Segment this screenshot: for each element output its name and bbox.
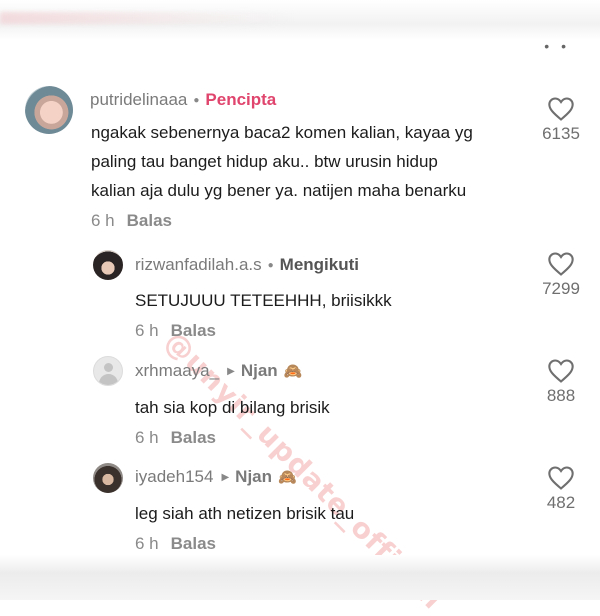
creator-badge: Pencipta xyxy=(205,90,277,109)
reply-to-username[interactable]: Njan xyxy=(235,467,272,486)
reply-text: SETUJUUU TETEEHHH, briisikkk xyxy=(135,291,392,310)
comment-header: putridelinaaa ● Pencipta xyxy=(90,90,276,110)
heart-icon[interactable] xyxy=(547,96,575,122)
reply-button[interactable]: Balas xyxy=(171,321,216,340)
separator-dot: ● xyxy=(193,95,200,106)
username[interactable]: xrhmaaya_ xyxy=(135,361,219,380)
username[interactable]: putridelinaaa xyxy=(90,90,187,109)
reply-time: 6 h xyxy=(135,321,159,340)
comment-line: ngakak sebenernya baca2 komen kalian, ka… xyxy=(91,123,473,142)
blurred-header-content xyxy=(0,12,300,24)
comment-meta: 6 h Balas xyxy=(91,211,172,231)
following-badge: Mengikuti xyxy=(279,255,360,274)
like-button[interactable]: 6135 xyxy=(531,96,591,144)
default-avatar[interactable] xyxy=(93,356,123,386)
reply-arrow-icon: ▶ xyxy=(221,472,230,483)
reply-arrow-icon: ▶ xyxy=(227,366,235,377)
like-count: 7299 xyxy=(542,279,580,298)
heart-icon[interactable] xyxy=(547,251,575,277)
reply-button[interactable]: Balas xyxy=(171,428,216,447)
reply-header: xrhmaaya_ ▶ Njan 🙈 xyxy=(135,361,302,381)
comment-text: ngakak sebenernya baca2 komen kalian, ka… xyxy=(91,118,473,205)
username[interactable]: iyadeh154 xyxy=(135,467,213,486)
like-count: 482 xyxy=(546,493,576,512)
reply-button[interactable]: Balas xyxy=(127,211,172,230)
like-button[interactable]: 482 xyxy=(531,465,591,513)
username[interactable]: rizwanfadilah.a.s xyxy=(135,255,262,274)
separator-dot: ● xyxy=(267,260,274,271)
top-blurred-header xyxy=(0,0,600,40)
reply-text: leg siah ath netizen brisik tau xyxy=(135,504,355,523)
reply-header: rizwanfadilah.a.s ● Mengikuti xyxy=(135,255,359,275)
reply-to-username[interactable]: Njan xyxy=(241,361,278,380)
like-count: 888 xyxy=(546,386,576,405)
comment-line: paling tau banget hidup aku.. btw urusin… xyxy=(91,152,438,171)
like-button[interactable]: 888 xyxy=(531,358,591,406)
like-button[interactable]: 7299 xyxy=(531,251,591,299)
bottom-blurred-footer xyxy=(0,555,600,600)
reply-meta: 6 h Balas xyxy=(135,321,216,341)
reply-button[interactable]: Balas xyxy=(171,534,216,553)
reply-time: 6 h xyxy=(135,534,159,553)
reply-meta: 6 h Balas xyxy=(135,428,216,448)
comment-line: kalian aja dulu yg bener ya. natijen mah… xyxy=(91,181,467,200)
person-icon xyxy=(104,363,113,372)
reply-text: tah sia kop di bilang brisik xyxy=(135,398,330,417)
like-count: 6135 xyxy=(542,124,580,143)
reply-time: 6 h xyxy=(135,428,159,447)
heart-icon[interactable] xyxy=(547,465,575,491)
avatar[interactable] xyxy=(25,86,73,134)
reply-header: iyadeh154 ▶ Njan 🙈 xyxy=(135,467,297,487)
heart-icon[interactable] xyxy=(547,358,575,384)
comment-time: 6 h xyxy=(91,211,115,230)
monkey-emoji-icon: 🙈 xyxy=(278,469,297,486)
monkey-emoji-icon: 🙈 xyxy=(283,363,303,380)
reply-meta: 6 h Balas xyxy=(135,534,216,554)
more-dots-icon[interactable]: • • xyxy=(544,38,570,54)
avatar[interactable] xyxy=(93,250,123,280)
avatar[interactable] xyxy=(93,463,123,493)
